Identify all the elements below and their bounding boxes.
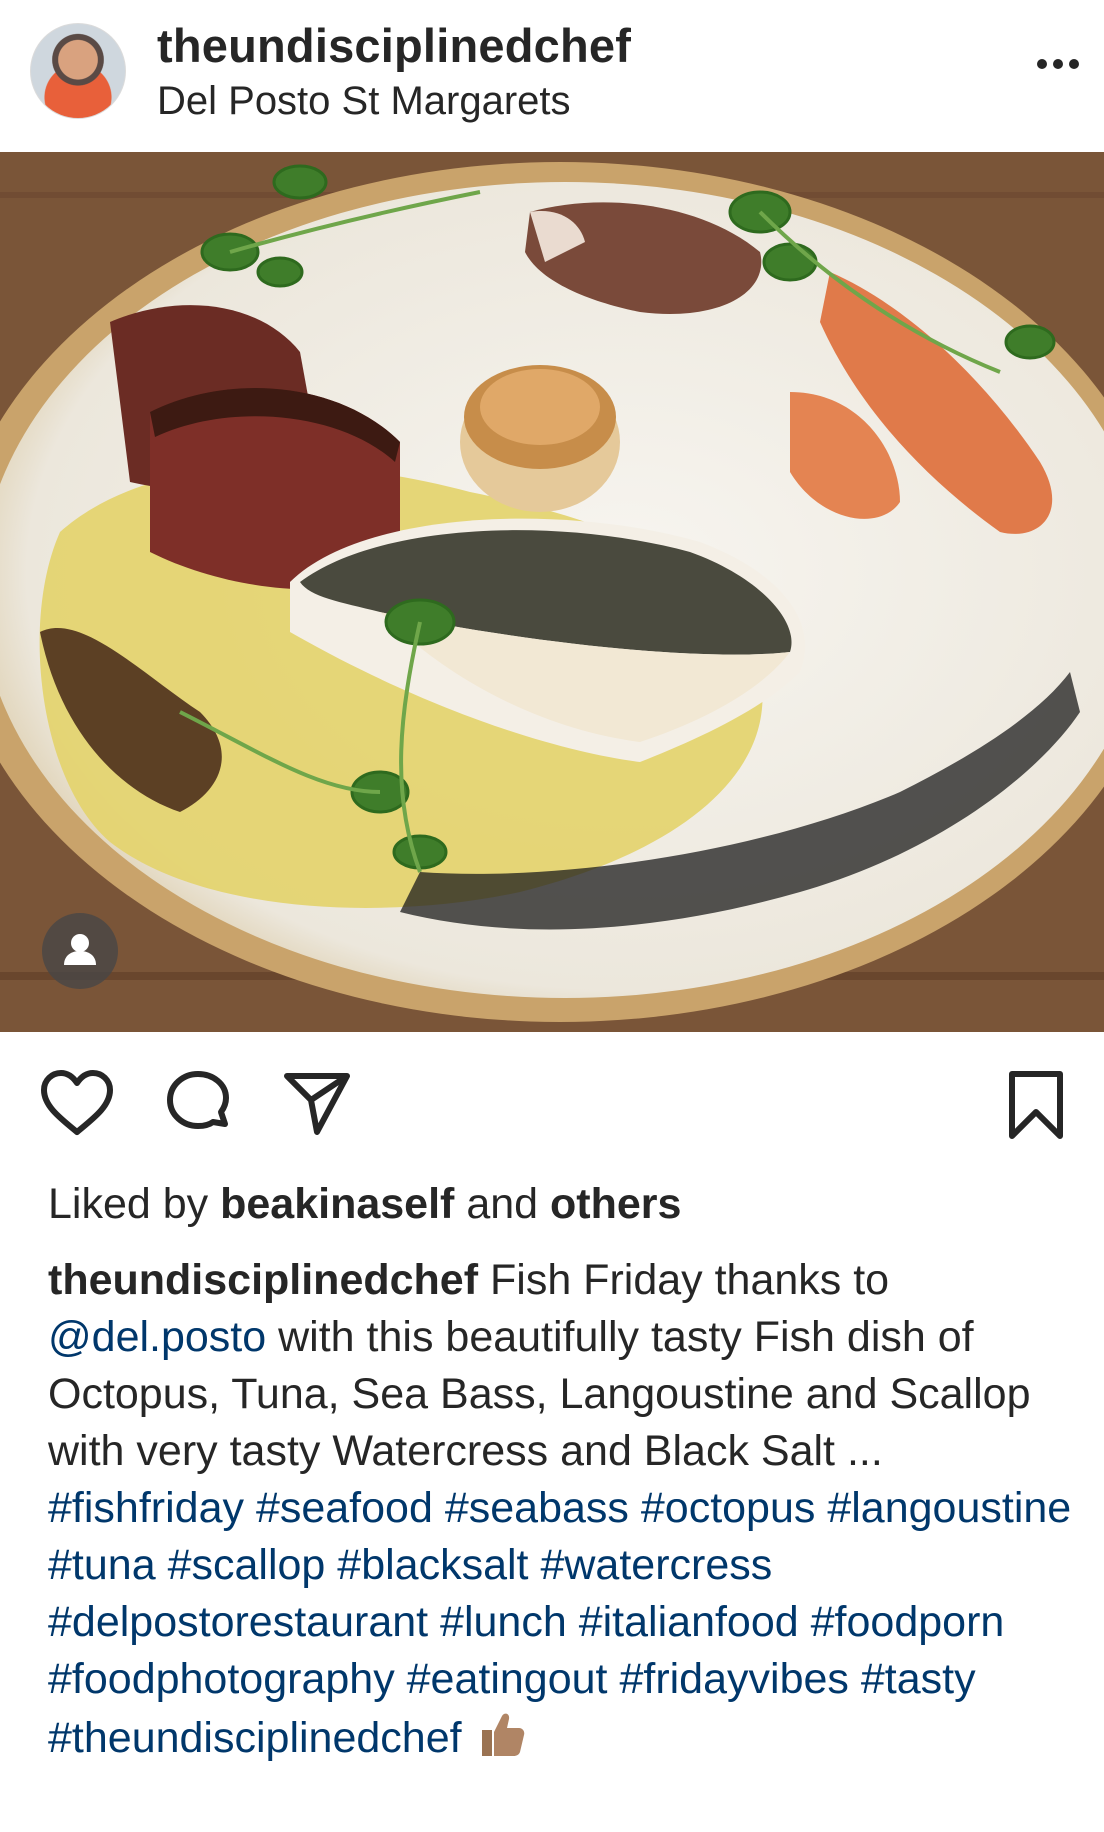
hashtag[interactable]: #fridayvibes	[619, 1655, 848, 1703]
caption-mention[interactable]: @del.posto	[48, 1313, 266, 1361]
hashtag[interactable]: #seabass	[445, 1484, 629, 1532]
profile-avatar[interactable]	[30, 23, 126, 119]
hashtag[interactable]: #tasty	[861, 1655, 976, 1703]
caption-author[interactable]: theundisciplinedchef	[48, 1256, 478, 1304]
hashtag[interactable]: #theundisciplinedchef	[48, 1714, 462, 1762]
user-tag-icon	[64, 934, 96, 965]
post-location[interactable]: Del Posto St Margarets	[157, 79, 571, 124]
hashtag[interactable]: #lunch	[440, 1598, 567, 1646]
hashtag[interactable]: #scallop	[168, 1541, 326, 1589]
likes-summary[interactable]: Liked by beakinaself and others	[48, 1180, 681, 1229]
hashtag[interactable]: #eatingout	[407, 1655, 608, 1703]
hashtag[interactable]: #delpostorestaurant	[48, 1598, 428, 1646]
heart-icon[interactable]	[40, 1070, 114, 1136]
user-tag-button[interactable]	[42, 913, 118, 989]
post-header: theundisciplinedchef Del Posto St Margar…	[0, 0, 1104, 152]
likes-prefix: Liked by	[48, 1180, 209, 1228]
comment-icon[interactable]	[165, 1070, 231, 1136]
thumbs-up-emoji	[481, 1713, 524, 1756]
food-plate-illustration	[0, 152, 1104, 1032]
likes-conjunction: and	[466, 1180, 539, 1228]
hashtag[interactable]: #seafood	[256, 1484, 433, 1532]
post-caption: theundisciplinedchef Fish Friday thanks …	[48, 1252, 1078, 1767]
hashtag[interactable]: #octopus	[641, 1484, 816, 1532]
likes-others[interactable]: others	[550, 1180, 681, 1228]
hashtag[interactable]: #fishfriday	[48, 1484, 244, 1532]
hashtag[interactable]: #watercress	[540, 1541, 772, 1589]
hashtag[interactable]: #blacksalt	[337, 1541, 528, 1589]
hashtag[interactable]: #foodporn	[811, 1598, 1005, 1646]
more-options-icon[interactable]	[1036, 52, 1080, 76]
caption-text-1: Fish Friday thanks to	[490, 1256, 890, 1304]
bookmark-icon[interactable]	[1006, 1070, 1066, 1140]
hashtag[interactable]: #tuna	[48, 1541, 156, 1589]
hashtag[interactable]: #italianfood	[579, 1598, 799, 1646]
hashtag[interactable]: #foodphotography	[48, 1655, 395, 1703]
send-icon[interactable]	[283, 1070, 351, 1136]
hashtag[interactable]: #langoustine	[827, 1484, 1071, 1532]
post-username[interactable]: theundisciplinedchef	[157, 18, 631, 73]
likes-user[interactable]: beakinaself	[220, 1180, 454, 1228]
post-photo[interactable]	[0, 152, 1104, 1032]
